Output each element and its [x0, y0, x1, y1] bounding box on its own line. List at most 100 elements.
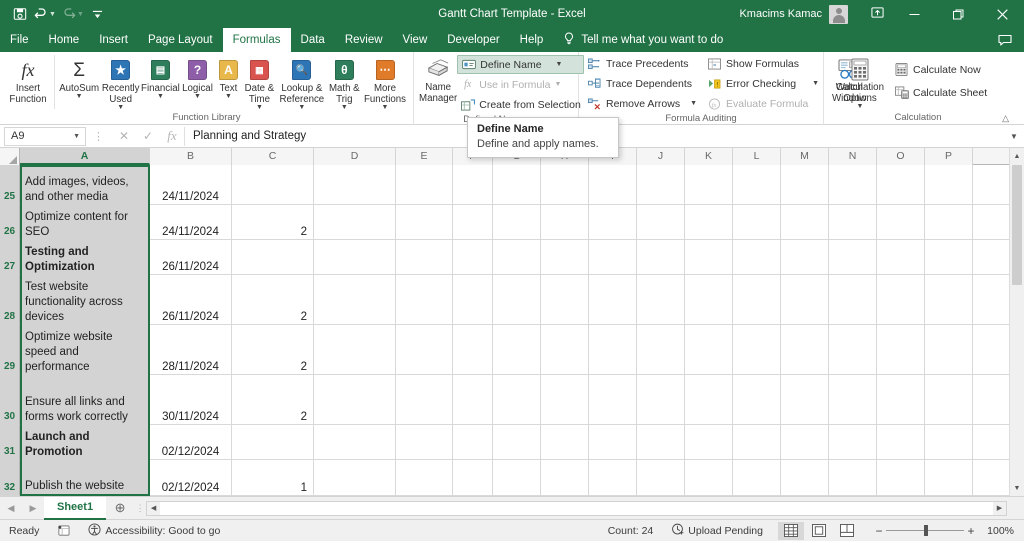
cell-J26[interactable] [637, 205, 685, 240]
vertical-scrollbar[interactable]: ▲ ▼ [1009, 148, 1024, 496]
use-in-formula-button[interactable]: fx Use in Formula ▼ [457, 75, 584, 94]
cell-P32[interactable] [925, 460, 973, 496]
save-icon[interactable] [10, 3, 30, 25]
cancel-edit-icon[interactable]: ✕ [112, 129, 136, 143]
cell-O30[interactable] [877, 375, 925, 425]
row-header-28[interactable]: 28 [0, 275, 20, 325]
cell-A31[interactable]: Launch and Promotion [20, 425, 150, 460]
financial-button[interactable]: ▤ Financial ▼ [141, 55, 180, 100]
column-header-D[interactable]: D [314, 148, 396, 165]
cell-B26[interactable]: 24/11/2024 [150, 205, 232, 240]
tab-help[interactable]: Help [510, 28, 554, 52]
page-break-preview-button[interactable] [834, 522, 860, 540]
cell-E30[interactable] [396, 375, 453, 425]
cell-G26[interactable] [493, 205, 541, 240]
record-macro-button[interactable] [48, 525, 79, 537]
cell-P28[interactable] [925, 275, 973, 325]
cell-F30[interactable] [453, 375, 493, 425]
cell-F26[interactable] [453, 205, 493, 240]
cell-D31[interactable] [314, 425, 396, 460]
normal-view-button[interactable] [778, 521, 804, 540]
cell-L30[interactable] [733, 375, 781, 425]
use-in-formula-dropdown-icon[interactable]: ▼ [554, 81, 561, 88]
cell-L31[interactable] [733, 425, 781, 460]
cell-E26[interactable] [396, 205, 453, 240]
cell-P31[interactable] [925, 425, 973, 460]
cell-I26[interactable] [589, 205, 637, 240]
cell-M27[interactable] [781, 240, 829, 275]
cell-C26[interactable]: 2 [232, 205, 314, 240]
show-formulas-button[interactable]: = Show Formulas [704, 54, 822, 73]
tab-developer[interactable]: Developer [437, 28, 509, 52]
row-header-32[interactable]: 32 [0, 460, 20, 496]
tell-me-box[interactable]: Tell me what you want to do [553, 28, 733, 52]
cell-M32[interactable] [781, 460, 829, 496]
add-sheet-icon[interactable]: ⊕ [106, 500, 134, 516]
column-header-N[interactable]: N [829, 148, 877, 165]
column-header-L[interactable]: L [733, 148, 781, 165]
text-button[interactable]: A Text ▼ [215, 55, 242, 100]
cell-M30[interactable] [781, 375, 829, 425]
cell-F29[interactable] [453, 325, 493, 375]
tab-home[interactable]: Home [39, 28, 90, 52]
cell-B27[interactable]: 26/11/2024 [150, 240, 232, 275]
horizontal-scroll-thumb[interactable] [160, 501, 993, 515]
cell-H28[interactable] [541, 275, 589, 325]
cell-C28[interactable]: 2 [232, 275, 314, 325]
lookup-reference-button[interactable]: 🔍 Lookup & Reference ▼ [277, 55, 327, 111]
cell-E29[interactable] [396, 325, 453, 375]
cell-A25[interactable]: Add images, videos, and other media [20, 165, 150, 205]
cell-I31[interactable] [589, 425, 637, 460]
cell-N31[interactable] [829, 425, 877, 460]
page-layout-view-button[interactable] [806, 522, 832, 540]
cell-O28[interactable] [877, 275, 925, 325]
redo-dropdown-icon[interactable]: ▼ [77, 11, 84, 18]
cell-G25[interactable] [493, 165, 541, 205]
cell-L28[interactable] [733, 275, 781, 325]
cell-D26[interactable] [314, 205, 396, 240]
calculate-now-button[interactable]: Calculate Now [891, 60, 990, 79]
cell-E27[interactable] [396, 240, 453, 275]
cell-K25[interactable] [685, 165, 733, 205]
cell-C30[interactable]: 2 [232, 375, 314, 425]
cell-L25[interactable] [733, 165, 781, 205]
cell-D27[interactable] [314, 240, 396, 275]
cell-B31[interactable]: 02/12/2024 [150, 425, 232, 460]
cell-J29[interactable] [637, 325, 685, 375]
cell-F25[interactable] [453, 165, 493, 205]
accessibility-checker-button[interactable]: Accessibility: Good to go [79, 522, 229, 539]
upload-status[interactable]: Upload Pending [662, 523, 772, 539]
sheet-tab-sheet1[interactable]: Sheet1 [44, 496, 107, 520]
cell-K29[interactable] [685, 325, 733, 375]
cell-F28[interactable] [453, 275, 493, 325]
scroll-left-icon[interactable]: ◀ [147, 504, 160, 512]
error-checking-button[interactable]: ! Error Checking ▼ [704, 74, 822, 93]
cell-A27[interactable]: Testing and Optimization [20, 240, 150, 275]
financial-dropdown-icon[interactable]: ▼ [157, 93, 164, 100]
previous-sheet-icon[interactable]: ◀ [0, 503, 22, 514]
insert-function-button[interactable]: fx Insert Function [5, 55, 51, 106]
cell-H29[interactable] [541, 325, 589, 375]
remove-arrows-dropdown-icon[interactable]: ▼ [690, 100, 697, 107]
cell-D29[interactable] [314, 325, 396, 375]
cell-K26[interactable] [685, 205, 733, 240]
calculation-options-dropdown-icon[interactable]: ▼ [857, 103, 864, 110]
minimize-button[interactable] [892, 0, 936, 28]
select-all-button[interactable] [0, 148, 20, 165]
row-header-31[interactable]: 31 [0, 425, 20, 460]
ribbon-collapse-icon[interactable]: △ [1002, 113, 1009, 124]
cell-A32[interactable]: Publish the website [20, 460, 150, 496]
cell-G30[interactable] [493, 375, 541, 425]
calculate-sheet-button[interactable]: Calculate Sheet [891, 83, 990, 102]
name-box[interactable]: A9 ▼ [4, 126, 86, 146]
cell-M31[interactable] [781, 425, 829, 460]
cell-O27[interactable] [877, 240, 925, 275]
column-header-O[interactable]: O [877, 148, 925, 165]
cell-M26[interactable] [781, 205, 829, 240]
scroll-down-icon[interactable]: ▼ [1010, 480, 1024, 496]
trace-precedents-button[interactable]: Trace Precedents [584, 54, 700, 73]
zoom-out-button[interactable]: − [872, 524, 886, 538]
cell-F27[interactable] [453, 240, 493, 275]
autosum-button[interactable]: Σ AutoSum ▼ [58, 55, 100, 101]
ribbon-display-options-icon[interactable] [862, 6, 892, 22]
